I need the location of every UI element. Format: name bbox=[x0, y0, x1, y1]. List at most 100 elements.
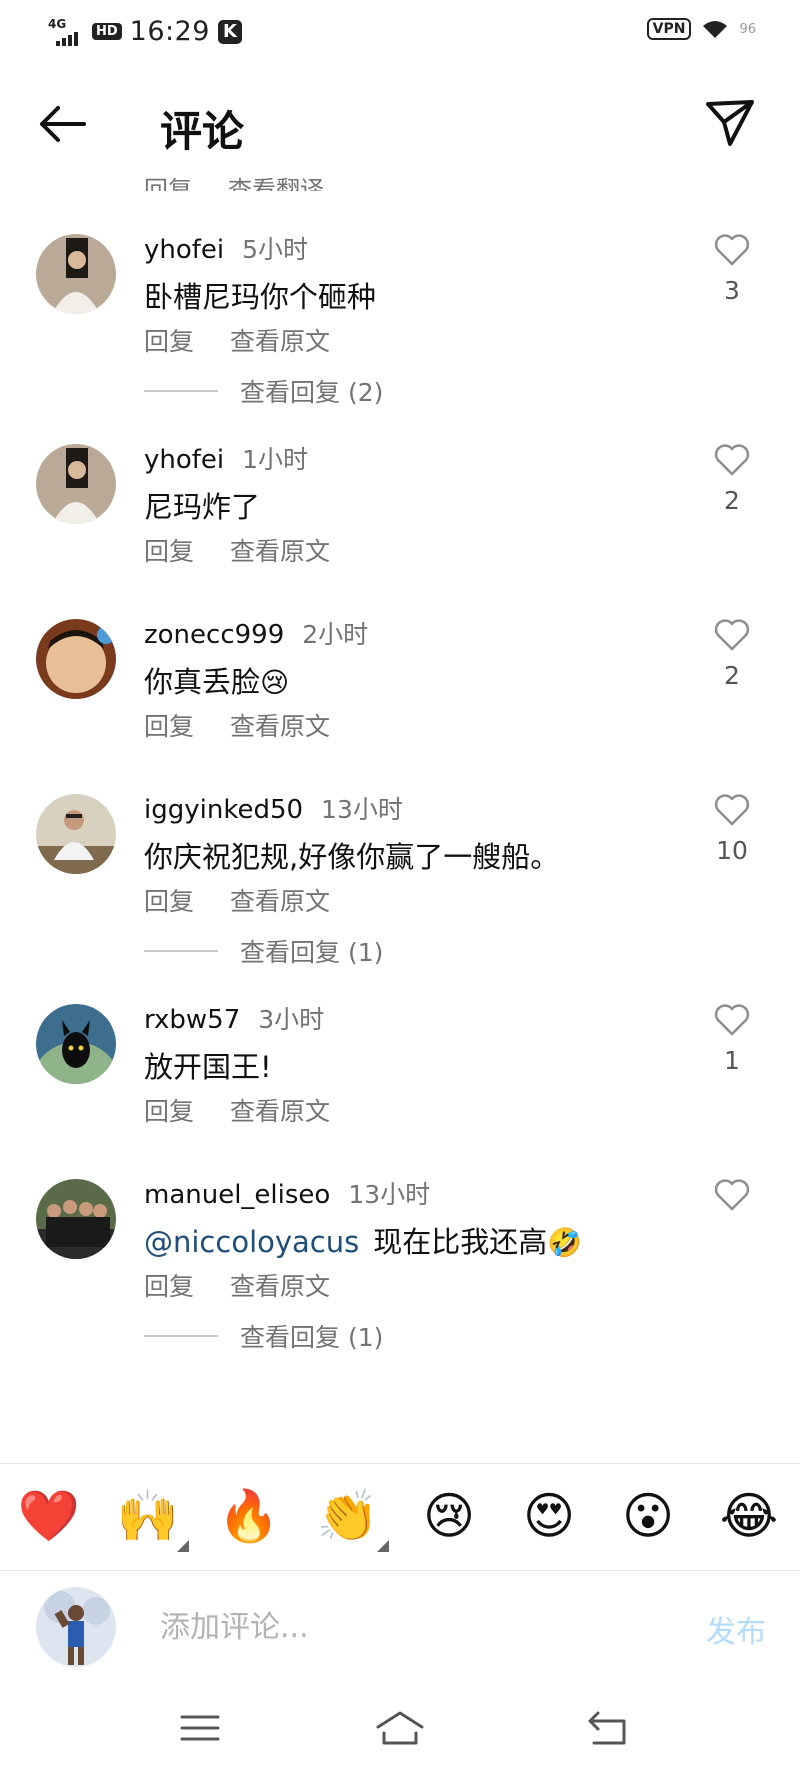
comment-text: 你真丢脸😢 bbox=[144, 665, 290, 699]
rolling-laughing-emoji: 🤣 bbox=[547, 1226, 583, 1259]
comment-text: 尼玛炸了 bbox=[144, 490, 261, 524]
view-original-button[interactable]: 查看原文 bbox=[230, 882, 330, 918]
tears-of-joy-emoji-button[interactable]: 😂 bbox=[714, 1484, 784, 1548]
menu-icon bbox=[180, 1715, 220, 1741]
divider bbox=[144, 390, 218, 392]
avatar[interactable] bbox=[36, 794, 116, 874]
reply-button[interactable]: 回复 bbox=[144, 322, 194, 358]
view-original-button[interactable]: 查看原文 bbox=[230, 707, 330, 743]
raising-hands-emoji-button[interactable]: 🙌 bbox=[113, 1484, 189, 1552]
clock: 16:29 bbox=[129, 16, 210, 47]
cellular-signal-icon: 4G bbox=[48, 18, 84, 46]
skin-tone-indicator bbox=[177, 1540, 189, 1552]
heart-emoji-button[interactable]: ❤️ bbox=[14, 1484, 84, 1548]
comment-time: 13小时 bbox=[348, 1180, 431, 1209]
back-nav-button[interactable] bbox=[584, 1707, 632, 1749]
view-replies-button[interactable]: 查看回复 (1) bbox=[144, 1316, 544, 1356]
view-original-button[interactable]: 查看原文 bbox=[230, 1092, 330, 1128]
divider bbox=[144, 950, 218, 952]
divider bbox=[144, 1335, 218, 1337]
view-translation-button[interactable]: 查看翻译 bbox=[228, 170, 324, 191]
heart-outline-icon bbox=[714, 1004, 750, 1036]
back-button[interactable] bbox=[34, 100, 90, 148]
like-count: 10 bbox=[716, 836, 748, 865]
view-original-button[interactable]: 查看原文 bbox=[230, 322, 330, 358]
heart-outline-icon bbox=[714, 234, 750, 266]
comment-username[interactable]: manuel_eliseo bbox=[144, 1180, 330, 1210]
system-navigation-bar bbox=[0, 1683, 800, 1778]
partial-comment-actions: 回复 查看翻译 bbox=[144, 170, 324, 191]
reply-button[interactable]: 回复 bbox=[144, 532, 194, 568]
status-right: VPN 96 bbox=[646, 18, 756, 40]
like-button[interactable] bbox=[712, 1175, 752, 1215]
comment-text: @niccoloyacus 现在比我还高🤣 bbox=[144, 1225, 583, 1259]
heart-outline-icon bbox=[714, 794, 750, 826]
view-original-button[interactable]: 查看原文 bbox=[230, 532, 330, 568]
view-replies-button[interactable]: 查看回复 (2) bbox=[144, 371, 544, 411]
like-count: 2 bbox=[724, 661, 740, 690]
crying-face-emoji: 😢 bbox=[260, 666, 290, 699]
home-button[interactable] bbox=[374, 1707, 424, 1749]
avatar[interactable] bbox=[36, 1004, 116, 1084]
comment-username[interactable]: yhofei bbox=[144, 445, 224, 475]
clapping-hands-emoji-button[interactable]: 👏 bbox=[313, 1484, 389, 1552]
comment-time: 3小时 bbox=[258, 1005, 325, 1034]
surprised-face-emoji-button[interactable]: 😮 bbox=[613, 1484, 683, 1548]
status-left: 4G HD 16:29 K bbox=[48, 16, 242, 47]
skin-tone-indicator bbox=[377, 1540, 389, 1552]
fire-emoji-button[interactable]: 🔥 bbox=[214, 1484, 284, 1548]
comment-list[interactable]: 回复 查看翻译 yhofei 5小时 卧槽尼玛你个砸种 回复 查看原文 3 查看… bbox=[0, 168, 800, 1463]
heart-outline-icon bbox=[714, 619, 750, 651]
heart-eyes-emoji-button[interactable]: 😍 bbox=[514, 1484, 584, 1548]
comment-username[interactable]: yhofei bbox=[144, 235, 224, 265]
k-app-icon: K bbox=[217, 19, 242, 44]
avatar[interactable] bbox=[36, 619, 116, 699]
arrow-left-icon bbox=[40, 106, 86, 142]
like-button[interactable] bbox=[712, 230, 752, 270]
mention-link[interactable]: @niccoloyacus bbox=[144, 1225, 359, 1259]
avatar[interactable] bbox=[36, 444, 116, 524]
like-button[interactable] bbox=[712, 1000, 752, 1040]
comment-text: 卧槽尼玛你个砸种 bbox=[144, 280, 377, 314]
comment-username[interactable]: zonecc999 bbox=[144, 620, 284, 650]
like-count: 1 bbox=[724, 1046, 740, 1075]
comment-input[interactable] bbox=[160, 1601, 640, 1653]
wifi-icon bbox=[703, 21, 728, 38]
menu-button[interactable] bbox=[176, 1707, 224, 1749]
like-button[interactable] bbox=[712, 790, 752, 830]
view-original-button[interactable]: 查看原文 bbox=[230, 1267, 330, 1303]
view-replies-label: 查看回复 (1) bbox=[240, 938, 384, 967]
comment-username[interactable]: iggyinked50 bbox=[144, 795, 303, 825]
reply-button[interactable]: 回复 bbox=[144, 882, 194, 918]
status-bar: 4G HD 16:29 K VPN 96 bbox=[0, 0, 800, 62]
view-replies-button[interactable]: 查看回复 (1) bbox=[144, 931, 544, 971]
reply-button[interactable]: 回复 bbox=[144, 1092, 194, 1128]
comment-time: 5小时 bbox=[242, 235, 309, 264]
view-replies-label: 查看回复 (2) bbox=[240, 378, 384, 407]
paper-plane-icon bbox=[706, 100, 754, 146]
like-button[interactable] bbox=[712, 615, 752, 655]
comment-username[interactable]: rxbw57 bbox=[144, 1005, 240, 1035]
avatar[interactable] bbox=[36, 234, 116, 314]
page-title: 评论 bbox=[160, 107, 245, 156]
share-button[interactable] bbox=[704, 96, 756, 148]
reply-button[interactable]: 回复 bbox=[144, 707, 194, 743]
return-icon bbox=[588, 1711, 626, 1745]
hd-badge: HD bbox=[92, 23, 122, 40]
crying-face-emoji-button[interactable]: 😢 bbox=[414, 1484, 484, 1548]
comment-item: rxbw57 3小时 放开国王! 回复 查看原文 1 bbox=[0, 1000, 800, 1170]
comment-text: 放开国王! bbox=[144, 1050, 272, 1084]
reply-button[interactable]: 回复 bbox=[144, 1267, 194, 1303]
comment-text: 你庆祝犯规,好像你赢了一艘船。 bbox=[144, 840, 560, 874]
comment-input-bar: 发布 bbox=[0, 1571, 800, 1683]
reply-button[interactable]: 回复 bbox=[144, 170, 192, 191]
avatar[interactable] bbox=[36, 1179, 116, 1259]
emoji-reaction-bar: ❤️ 🙌 🔥 👏 😢 😍 😮 😂 bbox=[0, 1463, 800, 1571]
publish-button[interactable]: 发布 bbox=[706, 1607, 766, 1651]
like-count: 2 bbox=[724, 486, 740, 515]
heart-outline-icon bbox=[714, 444, 750, 476]
like-button[interactable] bbox=[712, 440, 752, 480]
comment-item: yhofei 1小时 尼玛炸了 回复 查看原文 2 bbox=[0, 440, 800, 610]
comment-time: 1小时 bbox=[242, 445, 309, 474]
comment-time: 2小时 bbox=[302, 620, 369, 649]
